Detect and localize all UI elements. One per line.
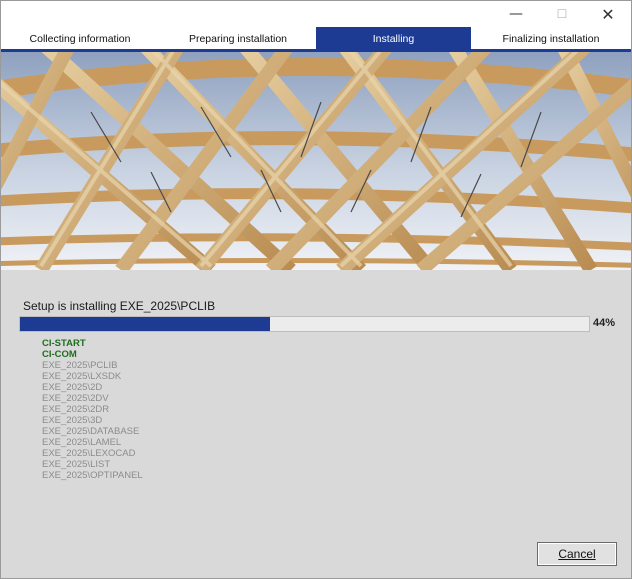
title-bar: — ☐ ✕: [1, 1, 631, 27]
log-item: CI-COM: [42, 349, 77, 360]
minimize-icon[interactable]: —: [493, 1, 539, 27]
step-installing: Installing: [316, 27, 471, 51]
log-item: EXE_2025\LXSDK: [42, 371, 122, 382]
component-log: CI-START CI-COM EXE_2025\PCLIB EXE_2025\…: [42, 338, 143, 481]
progress-bar: [19, 316, 590, 332]
step-finalizing-installation: Finalizing installation: [502, 33, 600, 45]
log-item: EXE_2025\3D: [42, 415, 103, 426]
progress-fill: [20, 317, 271, 331]
step-indicator: Collecting information Preparing install…: [1, 27, 631, 51]
log-item: EXE_2025\2DV: [42, 393, 109, 404]
log-item: EXE_2025\OPTIPANEL: [42, 470, 143, 481]
maximize-icon[interactable]: ☐: [539, 1, 585, 27]
log-item: CI-START: [42, 338, 86, 349]
step-preparing-installation: Preparing installation: [188, 33, 288, 45]
log-item: EXE_2025\2D: [42, 382, 103, 393]
close-icon[interactable]: ✕: [585, 1, 631, 27]
cancel-button[interactable]: Cancel: [537, 542, 617, 566]
status-text: Setup is installing EXE_2025\PCLIB: [23, 299, 216, 313]
log-item: EXE_2025\2DR: [42, 404, 110, 415]
log-item: EXE_2025\PCLIB: [42, 360, 118, 371]
banner-image: [1, 52, 631, 270]
banner-photo: [1, 52, 631, 270]
install-panel: Setup is installing EXE_2025\PCLIB 44% C…: [1, 270, 631, 578]
step-collecting-information: Collecting information: [29, 33, 131, 45]
cancel-button-label: Cancel: [558, 547, 596, 561]
log-item: EXE_2025\LIST: [42, 459, 111, 470]
progress-percent: 44%: [593, 317, 616, 329]
log-item: EXE_2025\LEXOCAD: [42, 448, 136, 459]
log-item: EXE_2025\DATABASE: [42, 426, 140, 437]
installer-window: — ☐ ✕ Collecting information Preparing i…: [0, 0, 632, 579]
log-item: EXE_2025\LAMEL: [42, 437, 122, 448]
